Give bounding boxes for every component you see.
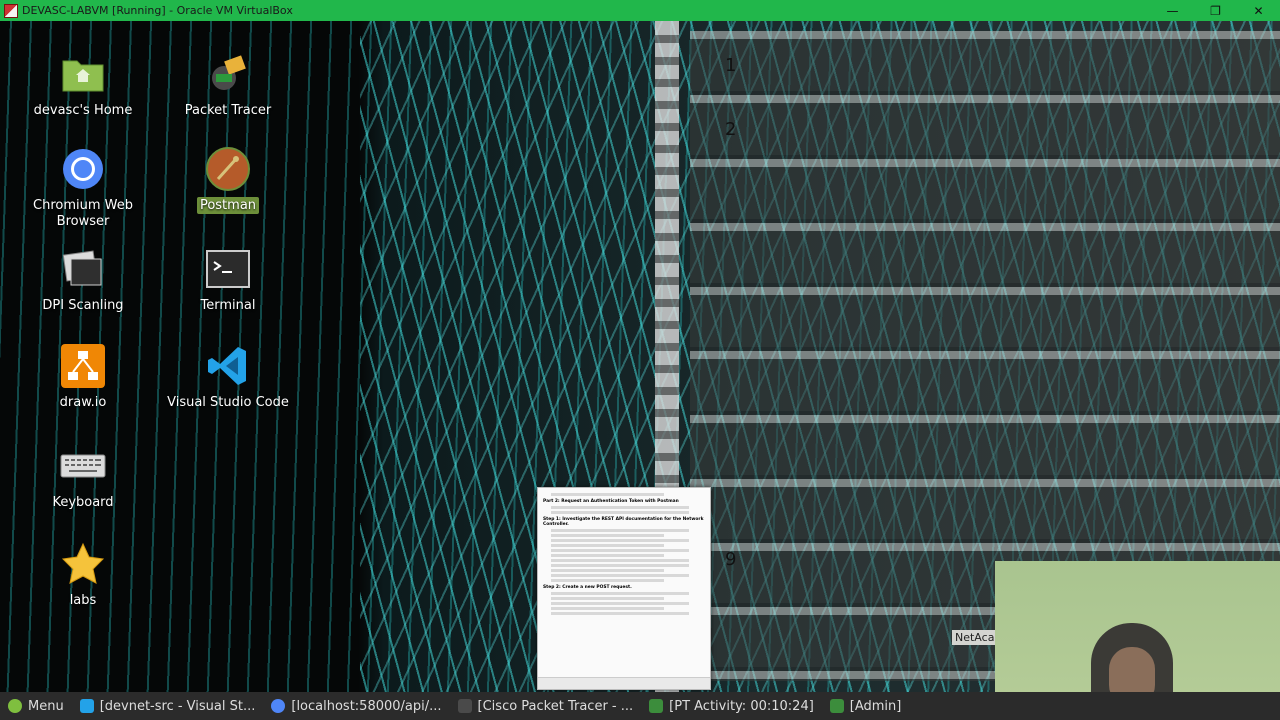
keyboard-icon (60, 443, 106, 489)
doc-line (551, 602, 689, 605)
doc-line (551, 564, 689, 567)
desktop-icon-drawio[interactable]: draw.io (13, 343, 153, 411)
doc-line (551, 569, 665, 572)
taskbar-item-label: [Admin] (849, 698, 902, 714)
folder-home-icon (60, 51, 106, 97)
taskbar: Menu [devnet-src - Visual St... [localho… (0, 692, 1280, 720)
rack-label: 9 (725, 549, 737, 570)
desktop-icon-label: labs (69, 593, 97, 608)
doc-step2-heading: Step 2: Create a new POST request. (543, 585, 632, 590)
doc-line (551, 559, 689, 562)
taskbar-menu-label: Menu (28, 698, 64, 714)
doc-line (551, 539, 689, 542)
doc-line (551, 529, 689, 532)
desktop-icon-dpi-scaling[interactable]: DPI Scanling (13, 246, 153, 314)
rack-label: 1 (725, 55, 737, 76)
taskbar-item-label: [Cisco Packet Tracer - ... (477, 698, 634, 714)
desktop-icon-label: Visual Studio Code (167, 395, 289, 410)
close-button[interactable]: ✕ (1237, 4, 1280, 18)
chromium-icon (60, 146, 106, 192)
taskbar-item-label: [localhost:58000/api/... (291, 698, 442, 714)
postman-icon (205, 146, 251, 192)
desktop-icon-postman[interactable]: Postman (158, 146, 298, 214)
doc-line (551, 549, 689, 552)
packet-tracer-icon (205, 51, 251, 97)
doc-line (551, 534, 665, 537)
taskbar-item-packet-tracer[interactable]: [Cisco Packet Tracer - ... (450, 692, 642, 720)
terminal-icon (205, 246, 251, 292)
desktop-icon-label: Terminal (200, 298, 256, 313)
taskbar-item-label: [PT Activity: 00:10:24] (669, 698, 814, 714)
desktop-icon-label: Chromium Web Browser (33, 198, 133, 229)
doc-footer (538, 677, 710, 689)
taskbar-item-admin[interactable]: [Admin] (822, 692, 910, 720)
doc-line (551, 607, 665, 610)
desktop-icon-home[interactable]: devasc's Home (13, 51, 153, 119)
desktop-icon-terminal[interactable]: Terminal (158, 246, 298, 314)
mint-menu-icon (8, 699, 22, 713)
doc-line (551, 579, 665, 582)
taskbar-item-browser[interactable]: [localhost:58000/api/... (263, 692, 449, 720)
desktop-icon-label: devasc's Home (33, 103, 133, 118)
pt-activity-icon (649, 699, 664, 713)
desktop-icon-label: Keyboard (52, 495, 114, 510)
rack-label: 2 (725, 119, 737, 140)
taskbar-item-vscode[interactable]: [devnet-src - Visual St... (72, 692, 264, 720)
lab-document-window[interactable]: Part 2: Request an Authentication Token … (537, 487, 711, 690)
vscode-icon (79, 699, 94, 713)
desktop-icon-vscode[interactable]: Visual Studio Code (158, 343, 298, 411)
star-icon (60, 541, 106, 587)
doc-line (551, 554, 665, 557)
dpi-scaling-icon (60, 246, 106, 292)
minimize-button[interactable]: — (1151, 4, 1194, 18)
window-title: DEVASC-LABVM [Running] - Oracle VM Virtu… (22, 4, 293, 17)
doc-part-heading: Part 2: Request an Authentication Token … (543, 499, 679, 504)
taskbar-menu-button[interactable]: Menu (0, 692, 72, 720)
taskbar-item-pt-activity[interactable]: [PT Activity: 00:10:24] (641, 692, 822, 720)
doc-line (551, 592, 689, 595)
chromium-icon (271, 699, 286, 713)
doc-line (551, 506, 689, 509)
desktop-icon-packet-tracer[interactable]: Packet Tracer (158, 51, 298, 119)
desktop-icon-label: draw.io (59, 395, 107, 410)
virtualbox-icon (4, 3, 18, 18)
desktop-icon-chromium[interactable]: Chromium Web Browser (13, 146, 153, 230)
desktop-icon-label: DPI Scanling (42, 298, 124, 313)
doc-line (551, 597, 665, 600)
doc-line (551, 612, 689, 615)
doc-line (551, 493, 665, 496)
doc-step1-heading: Step 1: Investigate the REST API documen… (543, 517, 704, 527)
admin-icon (829, 699, 844, 713)
doc-line (551, 574, 689, 577)
window-titlebar: DEVASC-LABVM [Running] - Oracle VM Virtu… (0, 0, 1280, 21)
desktop-icon-label: Postman (196, 197, 260, 214)
desktop-icon-keyboard[interactable]: Keyboard (13, 443, 153, 511)
restore-button[interactable]: ❐ (1194, 4, 1237, 18)
drawio-icon (60, 343, 106, 389)
taskbar-item-label: [devnet-src - Visual St... (99, 698, 256, 714)
doc-line (551, 511, 689, 514)
vscode-icon (205, 343, 251, 389)
desktop-icon-label: Packet Tracer (184, 103, 272, 118)
packet-tracer-icon (457, 699, 472, 713)
desktop-icon-labs[interactable]: labs (13, 541, 153, 609)
doc-line (551, 544, 665, 547)
